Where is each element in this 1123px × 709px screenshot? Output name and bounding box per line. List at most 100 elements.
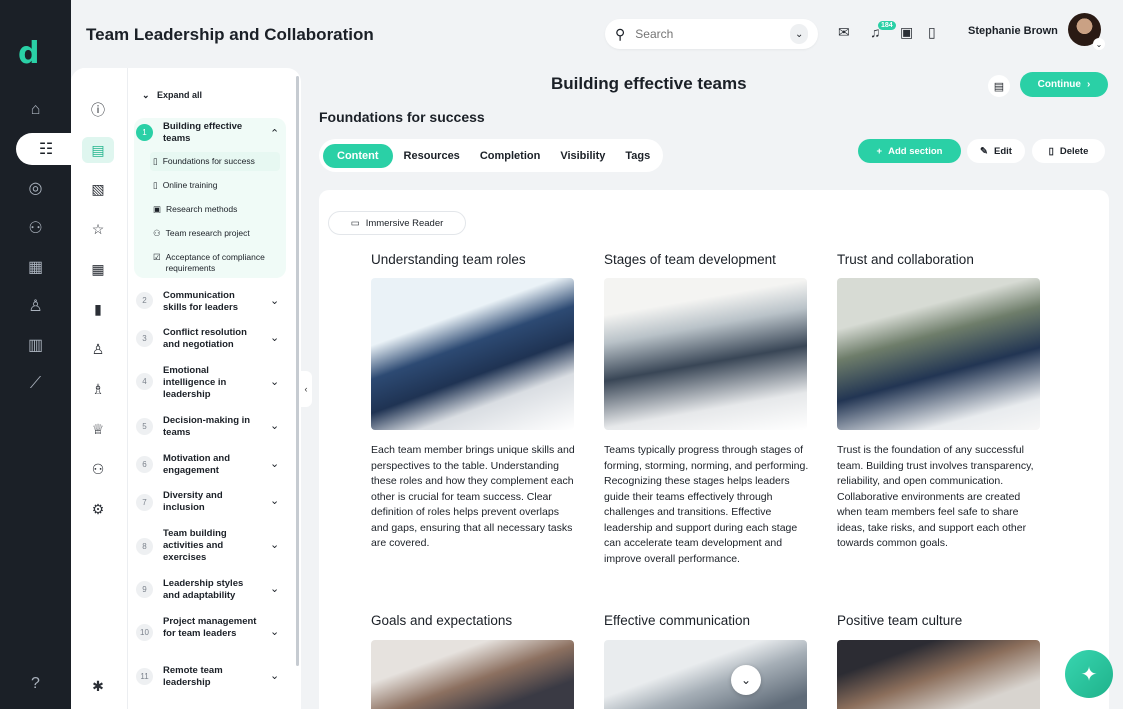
chart-icon[interactable]: ▮	[82, 296, 114, 322]
add-section-button[interactable]: + Add section	[858, 139, 961, 163]
edit-button[interactable]: ✎ Edit	[967, 139, 1025, 163]
trash-icon: ▯	[1048, 145, 1054, 157]
lesson-label: Online training	[162, 180, 218, 190]
tab-content[interactable]: Content	[323, 143, 393, 168]
scroll-down-chevron-icon[interactable]: ⌄	[731, 665, 761, 695]
table-icon[interactable]: ▦	[82, 256, 114, 282]
expand-chevron-icon[interactable]: ⌄	[270, 419, 279, 432]
help-icon[interactable]: ?	[0, 668, 71, 700]
org-icon[interactable]: ♗	[82, 376, 114, 402]
library-icon[interactable]: ▥	[0, 329, 71, 361]
expand-chevron-icon[interactable]: ⌄	[270, 582, 279, 595]
expand-chevron-icon[interactable]: ⌄	[270, 375, 279, 388]
module-title[interactable]: Emotional intelligence in leadership	[163, 365, 258, 401]
lesson-item[interactable]: ⚇ Team research project	[153, 228, 288, 239]
module-title[interactable]: Project management for team leaders	[163, 616, 258, 640]
card-image	[837, 640, 1040, 709]
expand-chevron-icon[interactable]: ⌄	[270, 331, 279, 344]
module-title[interactable]: Conflict resolution and negotiation	[163, 327, 258, 351]
lesson-item[interactable]: ▯ Online training	[153, 180, 288, 191]
team-icon[interactable]: ⚇	[82, 456, 114, 482]
expand-chevron-icon[interactable]: ⌄	[270, 457, 279, 470]
expand-chevron-icon[interactable]: ⌄	[270, 625, 279, 638]
page-icon: ▯	[153, 156, 158, 166]
avatar-chevron-icon[interactable]: ⌄	[1093, 38, 1105, 50]
module-number: 9	[136, 581, 153, 598]
expand-chevron-icon[interactable]: ⌄	[270, 294, 279, 307]
expand-chevron-icon[interactable]: ⌄	[270, 669, 279, 682]
tab-visibility[interactable]: Visibility	[551, 144, 614, 168]
home-icon[interactable]: ⌂	[0, 94, 71, 126]
card-text: Trust is the foundation of any successfu…	[837, 444, 1034, 549]
search-scope-chevron-icon[interactable]: ⌄	[790, 24, 808, 44]
module-number: 7	[136, 494, 153, 511]
module-number: 11	[136, 668, 153, 685]
gears-icon[interactable]: ⚙	[82, 496, 114, 522]
card-image	[604, 278, 807, 430]
card-title: Effective communication	[604, 613, 751, 628]
module-title[interactable]: Diversity and inclusion	[163, 490, 258, 514]
analytics-icon[interactable]: ⟋	[0, 368, 71, 400]
delete-button[interactable]: ▯ Delete	[1032, 139, 1105, 163]
continue-button[interactable]: Continue ›	[1020, 72, 1108, 97]
immersive-reader-button[interactable]: ▭ Immersive Reader	[328, 211, 466, 235]
collapse-panel-chevron-icon[interactable]: ‹	[300, 371, 312, 407]
search-box[interactable]: ⚲ ⌄	[605, 19, 818, 49]
lesson-label: Team research project	[165, 228, 250, 238]
outline-icon[interactable]: ▤	[82, 137, 114, 163]
module-number: 2	[136, 292, 153, 309]
module-title[interactable]: Motivation and engagement	[163, 453, 258, 477]
book-icon: ▭	[350, 217, 360, 229]
expand-all-label: Expand all	[157, 90, 203, 100]
module-title[interactable]: Decision-making in teams	[163, 415, 258, 439]
module-title[interactable]: Leadership styles and adaptability	[163, 578, 258, 602]
course-title: Team Leadership and Collaboration	[86, 25, 374, 44]
user-icon[interactable]: ♙	[0, 290, 71, 322]
calendar-icon[interactable]: ▣	[900, 24, 913, 41]
expand-all-button[interactable]: ⌄ Expand all	[142, 90, 202, 101]
info-icon[interactable]: ⓘ	[82, 97, 114, 123]
outline-scrollbar[interactable]	[296, 76, 299, 666]
lesson-item[interactable]: ☑ Acceptance of compliance requirements	[153, 252, 288, 274]
groups-icon[interactable]: ⚇	[0, 212, 71, 244]
settings-icon[interactable]: ✱	[82, 673, 114, 699]
search-input[interactable]	[635, 27, 791, 41]
lesson-item[interactable]: ▣ Research methods	[153, 204, 288, 215]
tab-completion[interactable]: Completion	[471, 144, 550, 168]
checkbox-icon: ☑	[153, 252, 161, 262]
user-name[interactable]: Stephanie Brown	[968, 25, 1058, 37]
target-icon[interactable]: ◎	[0, 172, 71, 204]
notes-button[interactable]: ▤	[988, 75, 1010, 97]
tab-tags[interactable]: Tags	[616, 144, 659, 168]
person-icon[interactable]: ♙	[82, 336, 114, 362]
module-title[interactable]: Communication skills for leaders	[163, 290, 258, 314]
collapse-chevron-icon[interactable]: ⌃	[270, 127, 279, 140]
module-title[interactable]: Team building activities and exercises	[163, 528, 258, 564]
module-number: 1	[136, 124, 153, 141]
module-title[interactable]: Remote team leadership	[163, 665, 258, 689]
tab-resources[interactable]: Resources	[395, 144, 469, 168]
mail-icon[interactable]: ✉	[838, 24, 850, 41]
trash-icon[interactable]: ▯	[928, 24, 936, 41]
lesson-title: Building effective teams	[551, 74, 747, 93]
star-icon[interactable]: ☆	[82, 216, 114, 242]
module-title[interactable]: Building effective teams	[163, 121, 258, 145]
apps-icon[interactable]: ▦	[0, 251, 71, 283]
card-title: Trust and collaboration	[837, 252, 974, 267]
document-icon: ▯	[153, 180, 158, 190]
edit-label: Edit	[994, 145, 1012, 157]
lesson-item-active[interactable]: ▯ Foundations for success	[150, 152, 280, 171]
module-number: 10	[136, 624, 153, 641]
app-logo[interactable]: d	[18, 36, 40, 71]
module-number: 4	[136, 373, 153, 390]
notification-badge: 184	[878, 21, 896, 30]
expand-chevron-icon[interactable]: ⌄	[270, 494, 279, 507]
expand-chevron-icon[interactable]: ⌄	[270, 538, 279, 551]
document-icon[interactable]: ▧	[82, 176, 114, 202]
card-text: Each team member brings unique skills an…	[371, 444, 575, 549]
ai-assistant-sparkle-icon[interactable]: ✦	[1065, 650, 1113, 698]
courses-icon[interactable]: ☷	[16, 133, 76, 165]
card-title: Understanding team roles	[371, 252, 526, 267]
trophy-icon[interactable]: ♕	[82, 416, 114, 442]
module-number: 5	[136, 418, 153, 435]
